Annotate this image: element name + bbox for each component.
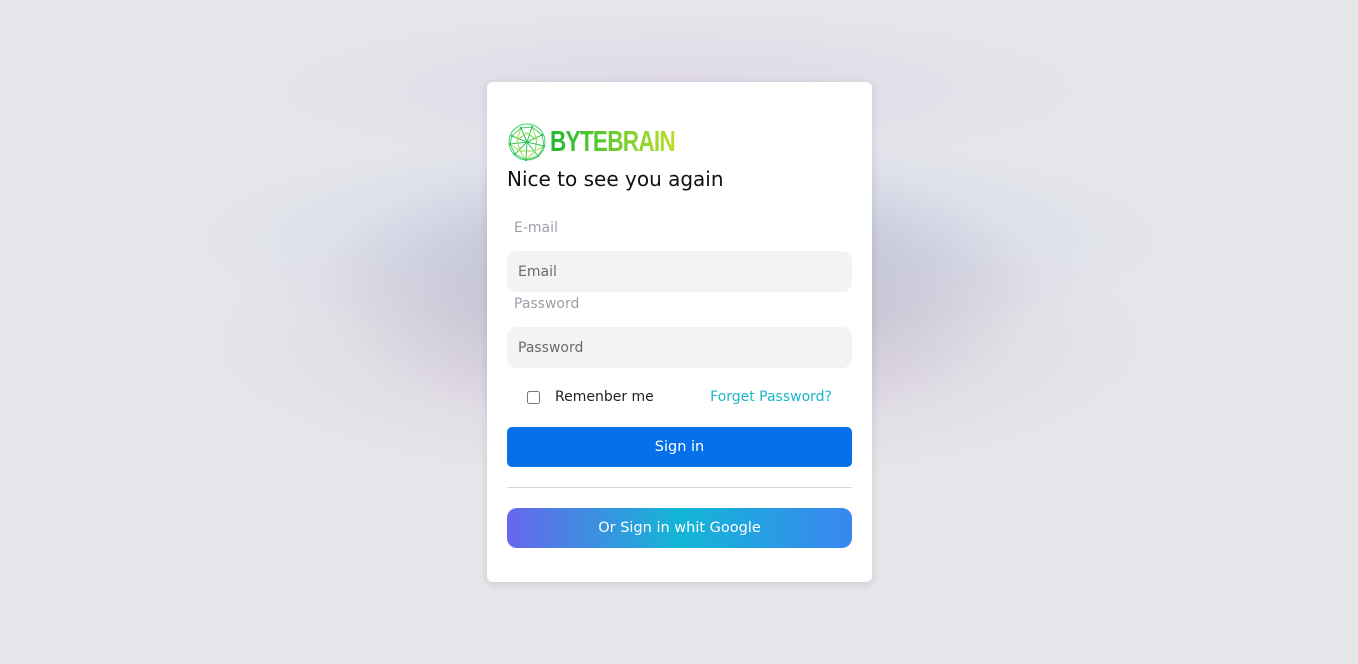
brain-network-icon xyxy=(508,123,546,162)
remember-me-row: Remenber me xyxy=(527,387,654,407)
page-title: Nice to see you again xyxy=(507,167,724,191)
divider xyxy=(507,487,852,488)
email-field[interactable] xyxy=(507,251,852,292)
forgot-password-link[interactable]: Forget Password? xyxy=(710,387,832,407)
email-label: E-mail xyxy=(514,220,558,236)
password-label: Password xyxy=(514,296,580,312)
sign-in-button-label: Sign in xyxy=(654,439,705,455)
brand-logo: BYTEBRAIN xyxy=(507,122,710,162)
login-card: BYTEBRAIN Nice to see you again E-mail P… xyxy=(487,82,872,582)
remember-me-checkbox[interactable] xyxy=(527,390,540,404)
password-field[interactable] xyxy=(507,327,852,368)
remember-me-label: Remenber me xyxy=(555,389,654,405)
brand-name: BYTEBRAIN xyxy=(550,122,676,162)
sign-in-button[interactable]: Sign in xyxy=(507,427,852,467)
google-sign-in-button[interactable]: Or Sign in whit Google xyxy=(507,508,852,548)
google-sign-in-button-label: Or Sign in whit Google xyxy=(598,520,761,536)
